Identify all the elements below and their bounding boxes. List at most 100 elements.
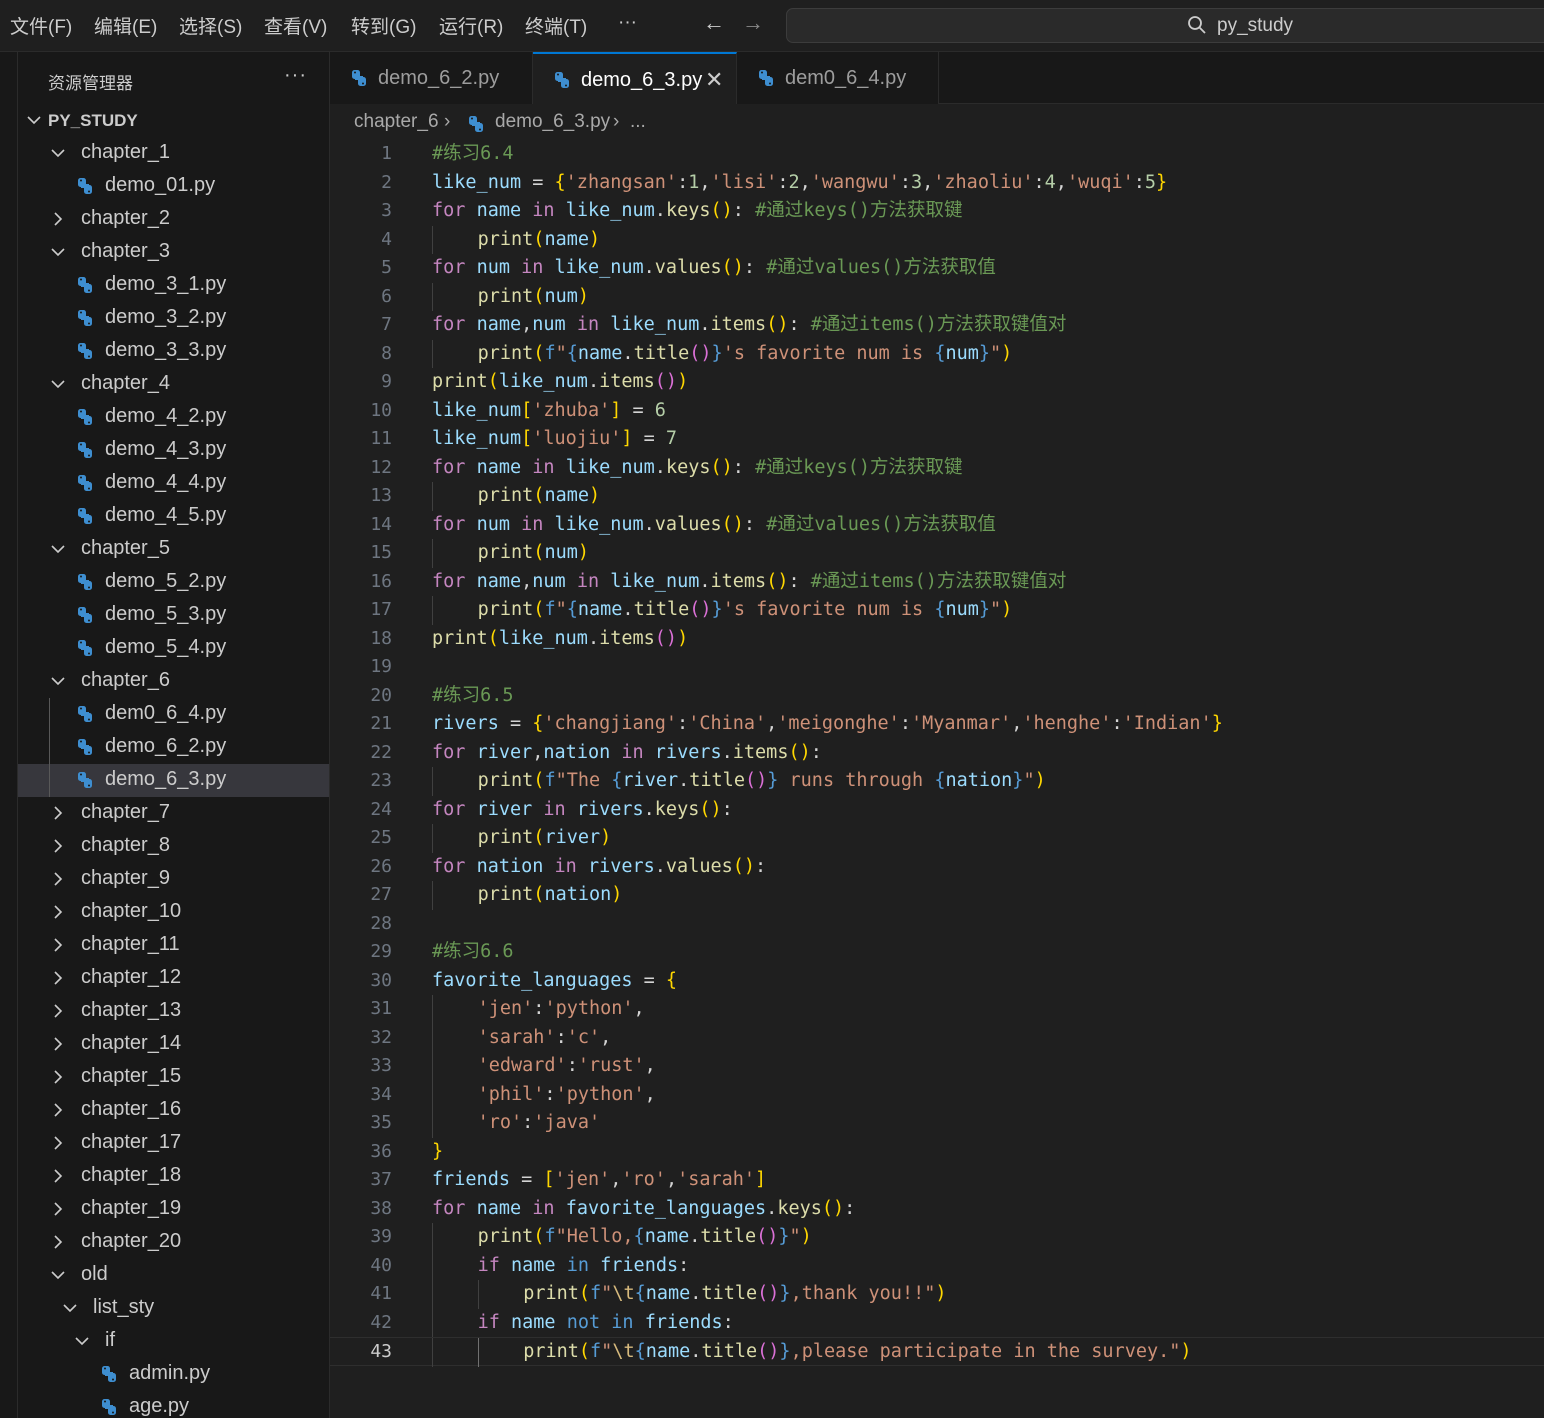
code-line[interactable]: 31 'jen':'python',: [330, 995, 1544, 1024]
tree-file-item[interactable]: demo_5_2.py: [18, 566, 329, 599]
code-line[interactable]: 22 for river,nation in rivers.items():: [330, 739, 1544, 768]
tree-folder-item[interactable]: PY_STUDY: [18, 104, 329, 137]
command-center-search[interactable]: py_study: [786, 8, 1544, 43]
tree-file-item[interactable]: demo_3_1.py: [18, 269, 329, 302]
tree-file-item[interactable]: demo_01.py: [18, 170, 329, 203]
code-line[interactable]: 2 like_num = {'zhangsan':1,'lisi':2,'wang…: [330, 169, 1544, 198]
code-line[interactable]: 7 for name,num in like_num.items(): #通过it…: [330, 311, 1544, 340]
code-line[interactable]: 28: [330, 910, 1544, 939]
code-line[interactable]: 33 'edward':'rust',: [330, 1052, 1544, 1081]
code-line[interactable]: 42 if name not in friends:: [330, 1308, 1544, 1337]
tree-folder-item[interactable]: chapter_19: [18, 1193, 329, 1226]
code-line[interactable]: 34 'phil':'python',: [330, 1080, 1544, 1109]
code-line[interactable]: 3 for name in like_num.keys(): #通过keys()方…: [330, 197, 1544, 226]
tree-folder-item[interactable]: list_sty: [18, 1292, 329, 1325]
breadcrumb-symbol[interactable]: ...: [630, 111, 646, 133]
breadcrumb-folder[interactable]: chapter_6: [354, 111, 439, 133]
code-line[interactable]: 12 for name in like_num.keys(): #通过keys()…: [330, 454, 1544, 483]
code-line[interactable]: 32 'sarah':'c',: [330, 1023, 1544, 1052]
menu-item[interactable]: 编辑(E): [94, 12, 157, 39]
code-line[interactable]: 11 like_num['luojiu'] = 7: [330, 425, 1544, 454]
tree-file-item[interactable]: demo_4_4.py: [18, 467, 329, 500]
code-line[interactable]: 27 print(nation): [330, 881, 1544, 910]
menu-item[interactable]: 选择(S): [179, 12, 242, 39]
code-line[interactable]: 20 #练习6.5: [330, 682, 1544, 711]
tree-folder-item[interactable]: chapter_12: [18, 962, 329, 995]
menu-item[interactable]: 终端(T): [525, 12, 587, 39]
tree-file-item[interactable]: demo_6_3.py: [18, 764, 329, 797]
tree-folder-item[interactable]: chapter_7: [18, 797, 329, 830]
code-line[interactable]: 8 print(f"{name.title()}'s favorite num i…: [330, 339, 1544, 368]
tree-folder-item[interactable]: chapter_15: [18, 1061, 329, 1094]
tree-file-item[interactable]: demo_3_3.py: [18, 335, 329, 368]
tree-folder-item[interactable]: chapter_20: [18, 1226, 329, 1259]
tree-folder-item[interactable]: chapter_10: [18, 896, 329, 929]
code-line[interactable]: 15 print(num): [330, 539, 1544, 568]
tree-folder-item[interactable]: chapter_17: [18, 1127, 329, 1160]
tree-folder-item[interactable]: chapter_1: [18, 137, 329, 170]
code-line[interactable]: 1 #练习6.4: [330, 140, 1544, 169]
code-line[interactable]: 4 print(name): [330, 225, 1544, 254]
code-line[interactable]: 14 for num in like_num.values(): #通过value…: [330, 511, 1544, 540]
menu-item[interactable]: 转到(G): [351, 12, 416, 39]
tab-dem0-6-4[interactable]: dem0_6_4.py: [737, 52, 939, 104]
code-line[interactable]: 41 print(f"\t{name.title()},thank you!!"): [330, 1280, 1544, 1309]
tree-folder-item[interactable]: chapter_8: [18, 830, 329, 863]
tree-folder-item[interactable]: chapter_18: [18, 1160, 329, 1193]
code-line[interactable]: 19: [330, 653, 1544, 682]
tree-folder-item[interactable]: chapter_16: [18, 1094, 329, 1127]
code-line[interactable]: 16 for name,num in like_num.items(): #通过i…: [330, 568, 1544, 597]
code-line[interactable]: 23 print(f"The {river.title()} runs throu…: [330, 767, 1544, 796]
back-arrow-icon[interactable]: ←: [703, 10, 725, 36]
code-line[interactable]: 29 #练习6.6: [330, 938, 1544, 967]
menu-item[interactable]: 查看(V): [264, 12, 327, 39]
close-icon[interactable]: ✕: [705, 67, 723, 93]
tab-demo-6-2[interactable]: demo_6_2.py: [330, 52, 533, 104]
tree-file-item[interactable]: demo_5_3.py: [18, 599, 329, 632]
tree-folder-item[interactable]: chapter_6: [18, 665, 329, 698]
tree-folder-item[interactable]: chapter_2: [18, 203, 329, 236]
code-line[interactable]: 17 print(f"{name.title()}'s favorite num …: [330, 596, 1544, 625]
code-line[interactable]: 6 print(num): [330, 282, 1544, 311]
tab-demo-6-3[interactable]: demo_6_3.py ✕: [533, 52, 737, 105]
tree-folder-item[interactable]: chapter_13: [18, 995, 329, 1028]
code-line[interactable]: 40 if name in friends:: [330, 1251, 1544, 1280]
code-line[interactable]: 25 print(river): [330, 824, 1544, 853]
tree-folder-item[interactable]: if: [18, 1325, 329, 1358]
code-line[interactable]: 21 rivers = {'changjiang':'China','meigon…: [330, 710, 1544, 739]
tree-file-item[interactable]: age.py: [18, 1391, 329, 1418]
menu-item[interactable]: 文件(F): [10, 12, 72, 39]
tree-file-item[interactable]: admin.py: [18, 1358, 329, 1391]
tree-folder-item[interactable]: chapter_4: [18, 368, 329, 401]
code-line[interactable]: 39 print(f"Hello,{name.title()}"): [330, 1223, 1544, 1252]
code-line[interactable]: 9 print(like_num.items()): [330, 368, 1544, 397]
tree-folder-item[interactable]: old: [18, 1259, 329, 1292]
tree-file-item[interactable]: dem0_6_4.py: [18, 698, 329, 731]
code-line[interactable]: 43 print(f"\t{name.title()},please partic…: [330, 1337, 1544, 1367]
tree-file-item[interactable]: demo_4_2.py: [18, 401, 329, 434]
code-line[interactable]: 36}: [330, 1138, 1544, 1167]
tree-file-item[interactable]: demo_3_2.py: [18, 302, 329, 335]
menu-more-icon[interactable]: ···: [618, 12, 637, 34]
tree-file-item[interactable]: demo_6_2.py: [18, 731, 329, 764]
tree-folder-item[interactable]: chapter_5: [18, 533, 329, 566]
tree-file-item[interactable]: demo_4_5.py: [18, 500, 329, 533]
code-line[interactable]: 30 favorite_languages = {: [330, 967, 1544, 996]
tree-file-item[interactable]: demo_4_3.py: [18, 434, 329, 467]
code-line[interactable]: 37 friends = ['jen','ro','sarah']: [330, 1166, 1544, 1195]
code-editor[interactable]: 1 #练习6.4 2 like_num = {'zhangsan':1,'lisi':…: [330, 140, 1544, 1418]
menu-item[interactable]: 运行(R): [439, 12, 503, 39]
code-line[interactable]: 38 for name in favorite_languages.keys():: [330, 1195, 1544, 1224]
tree-folder-item[interactable]: chapter_11: [18, 929, 329, 962]
code-line[interactable]: 24 for river in rivers.keys():: [330, 796, 1544, 825]
code-line[interactable]: 26 for nation in rivers.values():: [330, 853, 1544, 882]
code-line[interactable]: 35 'ro':'java': [330, 1109, 1544, 1138]
breadcrumb-file[interactable]: demo_6_3.py: [495, 111, 610, 133]
code-line[interactable]: 10 like_num['zhuba'] = 6: [330, 397, 1544, 426]
tree-folder-item[interactable]: chapter_3: [18, 236, 329, 269]
more-actions-icon[interactable]: ···: [284, 64, 307, 87]
code-line[interactable]: 5 for num in like_num.values(): #通过values…: [330, 254, 1544, 283]
forward-arrow-icon[interactable]: →: [742, 10, 764, 36]
tree-folder-item[interactable]: chapter_9: [18, 863, 329, 896]
code-line[interactable]: 18 print(like_num.items()): [330, 625, 1544, 654]
